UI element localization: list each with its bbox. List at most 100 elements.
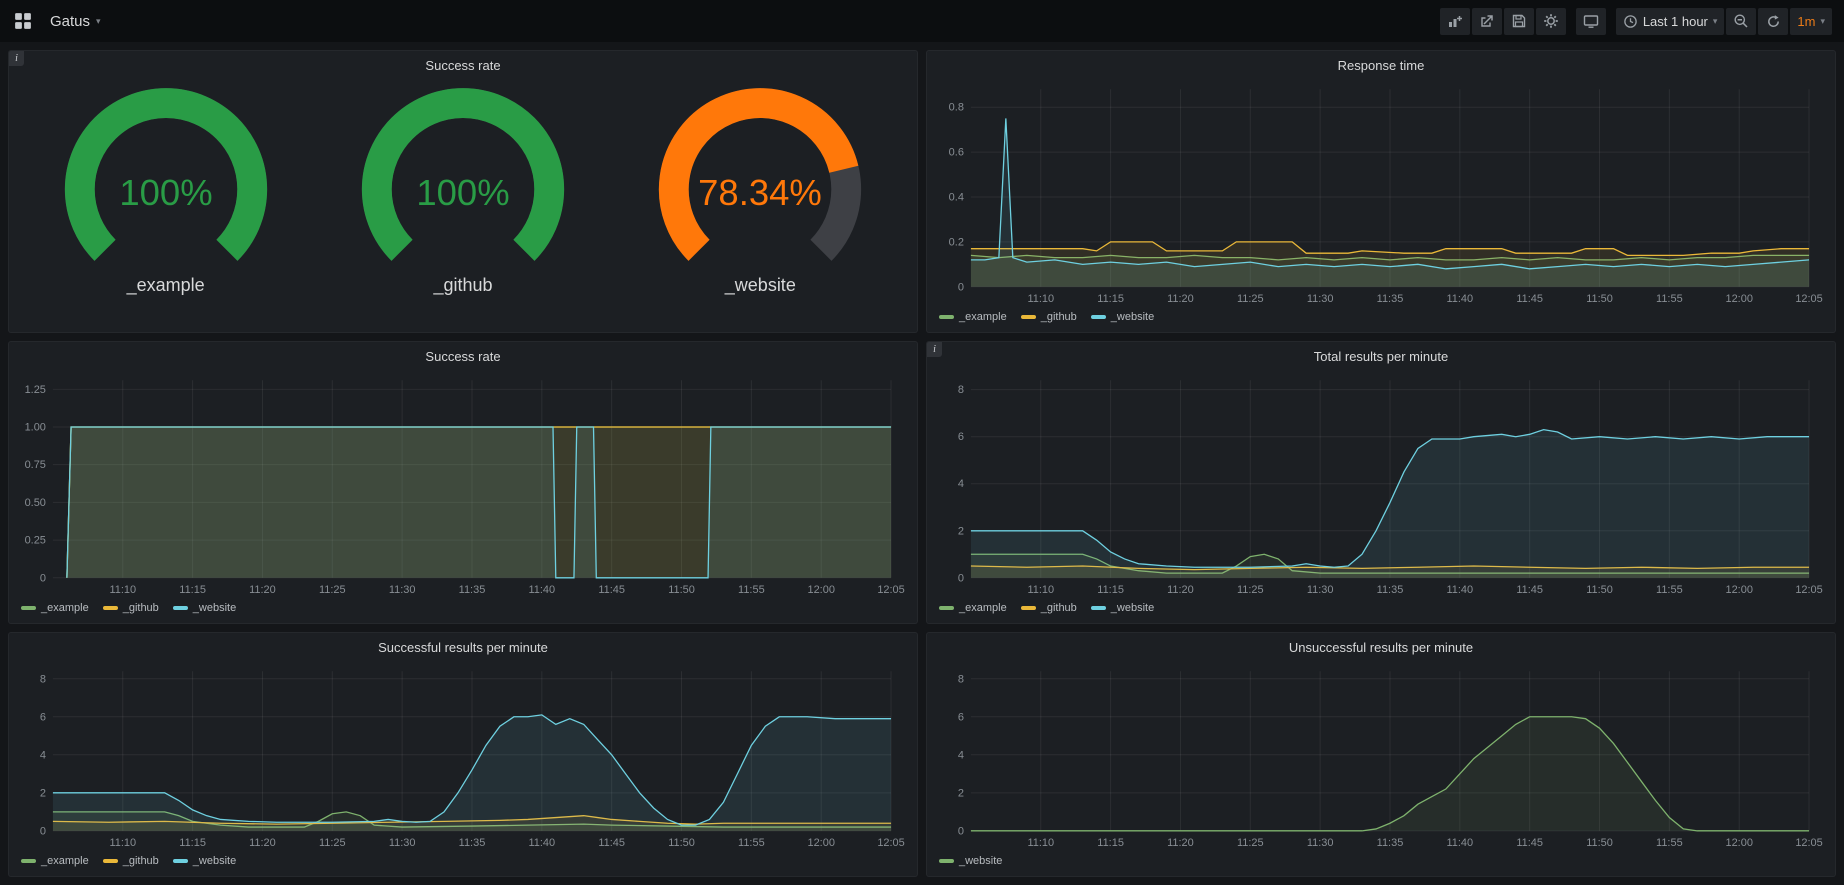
svg-text:8: 8 bbox=[40, 673, 46, 685]
series-name: _github bbox=[123, 602, 159, 614]
panel-title[interactable]: Unsuccessful results per minute bbox=[935, 635, 1827, 661]
tv-icon bbox=[1583, 13, 1599, 29]
legend-item-example[interactable]: _example bbox=[939, 311, 1007, 323]
svg-text:11:40: 11:40 bbox=[1447, 293, 1474, 305]
legend-item-website[interactable]: _website bbox=[1091, 602, 1154, 614]
legend-item-example[interactable]: _example bbox=[21, 855, 89, 867]
panel-title[interactable]: Response time bbox=[935, 53, 1827, 79]
panel-info-icon[interactable]: i bbox=[927, 342, 942, 357]
svg-text:100%: 100% bbox=[119, 172, 212, 213]
svg-text:11:30: 11:30 bbox=[1307, 837, 1334, 849]
svg-text:11:15: 11:15 bbox=[1097, 293, 1124, 305]
grafana-menu-button[interactable] bbox=[10, 8, 36, 34]
total-results-chart[interactable]: 0246811:1011:1511:2011:2511:3011:3511:40… bbox=[935, 370, 1827, 598]
svg-text:11:35: 11:35 bbox=[459, 584, 486, 596]
gauge-label: _example bbox=[127, 275, 205, 296]
zoom-out-button[interactable] bbox=[1726, 8, 1756, 35]
legend-item-example[interactable]: _example bbox=[939, 602, 1007, 614]
series-color-mark bbox=[173, 606, 188, 610]
svg-text:11:35: 11:35 bbox=[1377, 584, 1404, 596]
dashboard-title: Gatus bbox=[50, 13, 90, 30]
save-dashboard-button[interactable] bbox=[1504, 8, 1534, 35]
svg-text:11:50: 11:50 bbox=[668, 837, 695, 849]
legend-item-github[interactable]: _github bbox=[103, 602, 159, 614]
svg-text:11:55: 11:55 bbox=[1656, 584, 1683, 596]
dashboard-settings-button[interactable] bbox=[1536, 8, 1566, 35]
svg-text:11:25: 11:25 bbox=[1237, 837, 1264, 849]
series-color-mark bbox=[1021, 315, 1036, 319]
svg-text:11:15: 11:15 bbox=[1097, 837, 1124, 849]
dashboard-title-dropdown[interactable]: Gatus ▾ bbox=[44, 9, 107, 34]
series-name: _github bbox=[1041, 602, 1077, 614]
gauges-row: 100% _example 100% _github 78.34% _websi… bbox=[17, 79, 909, 328]
navbar: Gatus ▾ bbox=[0, 0, 1844, 42]
unsuccessful-results-chart[interactable]: 0246811:1011:1511:2011:2511:3011:3511:40… bbox=[935, 661, 1827, 851]
svg-text:11:45: 11:45 bbox=[598, 584, 625, 596]
svg-text:11:20: 11:20 bbox=[1167, 837, 1194, 849]
svg-text:11:35: 11:35 bbox=[1377, 293, 1404, 305]
panel-info-icon[interactable]: i bbox=[9, 51, 24, 66]
svg-text:0: 0 bbox=[958, 572, 964, 584]
svg-text:11:55: 11:55 bbox=[1656, 837, 1683, 849]
panel-title[interactable]: Total results per minute bbox=[935, 344, 1827, 370]
gauge-label: _github bbox=[433, 275, 492, 296]
chart-legend: _example _github _website bbox=[935, 307, 1827, 327]
svg-text:11:40: 11:40 bbox=[529, 584, 556, 596]
svg-text:0: 0 bbox=[958, 281, 964, 293]
svg-text:11:50: 11:50 bbox=[1586, 293, 1613, 305]
legend-item-website[interactable]: _website bbox=[173, 602, 236, 614]
cycle-view-mode-button[interactable] bbox=[1576, 8, 1606, 35]
svg-text:11:50: 11:50 bbox=[1586, 837, 1613, 849]
svg-text:2: 2 bbox=[40, 787, 46, 799]
time-picker-button[interactable]: Last 1 hour ▾ bbox=[1616, 8, 1725, 35]
svg-text:0.4: 0.4 bbox=[949, 191, 964, 203]
series-color-mark bbox=[939, 315, 954, 319]
svg-text:0: 0 bbox=[40, 572, 46, 584]
legend-item-website[interactable]: _website bbox=[173, 855, 236, 867]
svg-text:1.25: 1.25 bbox=[25, 384, 46, 396]
gauge-arc-example: 100% bbox=[33, 81, 299, 291]
svg-text:12:00: 12:00 bbox=[807, 837, 834, 849]
gauge-website: 78.34% _website bbox=[627, 81, 893, 296]
series-color-mark bbox=[1091, 315, 1106, 319]
panel-success-rate-gauges: i Success rate 100% _example 100% _githu… bbox=[8, 50, 918, 333]
svg-text:4: 4 bbox=[40, 749, 46, 761]
refresh-button[interactable] bbox=[1758, 8, 1788, 35]
svg-text:8: 8 bbox=[958, 384, 964, 396]
chart-legend: _example _github _website bbox=[17, 851, 909, 871]
legend-item-github[interactable]: _github bbox=[103, 855, 159, 867]
svg-text:11:10: 11:10 bbox=[109, 837, 136, 849]
legend-item-example[interactable]: _example bbox=[21, 602, 89, 614]
panel-title[interactable]: Success rate bbox=[17, 53, 909, 79]
svg-text:12:05: 12:05 bbox=[1795, 293, 1822, 305]
share-dashboard-button[interactable] bbox=[1472, 8, 1502, 35]
save-icon bbox=[1511, 13, 1527, 29]
success-rate-chart[interactable]: 00.250.500.751.001.2511:1011:1511:2011:2… bbox=[17, 370, 909, 598]
response-time-chart[interactable]: 00.20.40.60.811:1011:1511:2011:2511:3011… bbox=[935, 79, 1827, 307]
refresh-interval-dropdown[interactable]: 1m ▾ bbox=[1790, 8, 1832, 35]
legend-item-website[interactable]: _website bbox=[939, 855, 1002, 867]
gear-icon bbox=[1543, 13, 1559, 29]
svg-text:11:30: 11:30 bbox=[389, 837, 416, 849]
svg-text:0: 0 bbox=[40, 825, 46, 837]
svg-text:78.34%: 78.34% bbox=[698, 172, 822, 213]
svg-text:11:25: 11:25 bbox=[1237, 584, 1264, 596]
successful-results-chart[interactable]: 0246811:1011:1511:2011:2511:3011:3511:40… bbox=[17, 661, 909, 851]
share-icon bbox=[1479, 13, 1495, 29]
legend-item-github[interactable]: _github bbox=[1021, 602, 1077, 614]
svg-text:6: 6 bbox=[958, 711, 964, 723]
panel-title[interactable]: Successful results per minute bbox=[17, 635, 909, 661]
panel-unsuccessful-results: Unsuccessful results per minute 0246811:… bbox=[926, 632, 1836, 877]
legend-item-website[interactable]: _website bbox=[1091, 311, 1154, 323]
series-color-mark bbox=[1091, 606, 1106, 610]
add-panel-button[interactable] bbox=[1440, 8, 1470, 35]
svg-text:0.75: 0.75 bbox=[25, 459, 46, 471]
svg-text:12:00: 12:00 bbox=[807, 584, 834, 596]
panel-title[interactable]: Success rate bbox=[17, 344, 909, 370]
svg-text:11:20: 11:20 bbox=[249, 584, 276, 596]
series-color-mark bbox=[21, 859, 36, 863]
legend-item-github[interactable]: _github bbox=[1021, 311, 1077, 323]
svg-text:0.25: 0.25 bbox=[25, 535, 46, 547]
apps-grid-icon bbox=[14, 12, 32, 30]
svg-text:11:30: 11:30 bbox=[1307, 293, 1334, 305]
